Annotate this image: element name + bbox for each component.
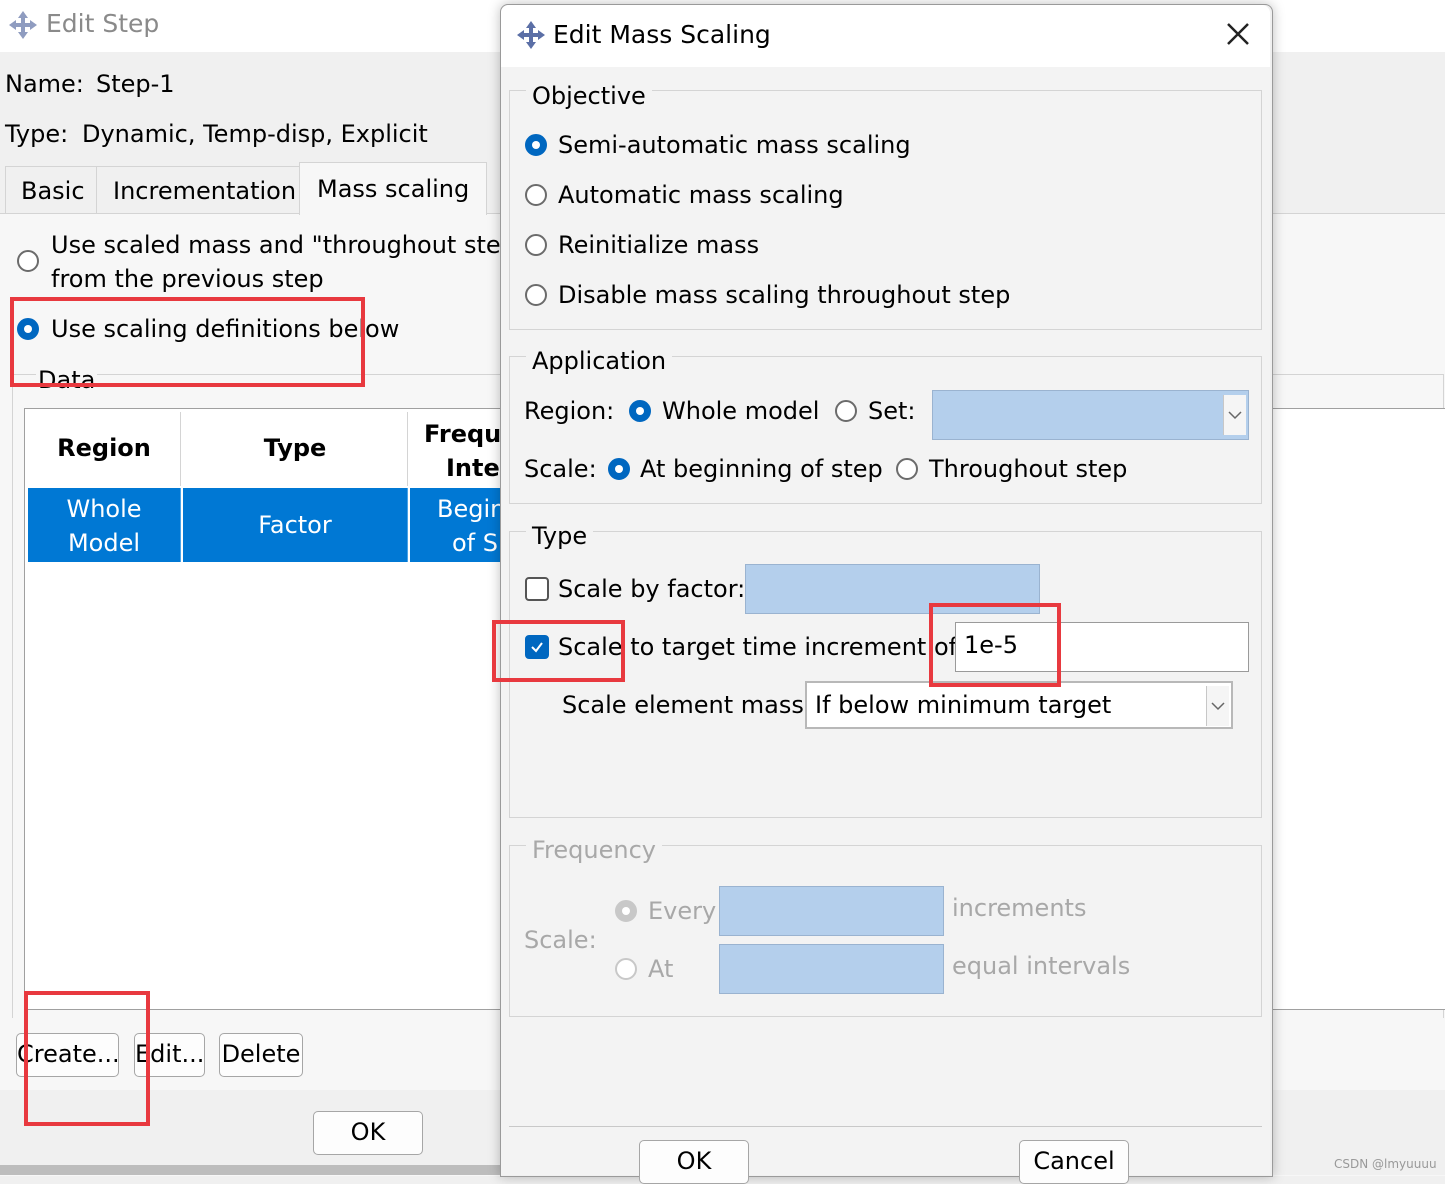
edit-step-ok-button[interactable]: OK bbox=[313, 1111, 423, 1155]
table-header-region[interactable]: Region bbox=[28, 412, 181, 486]
frequency-intervals-label: equal intervals bbox=[952, 952, 1131, 980]
semi-automatic-label: Semi-automatic mass scaling bbox=[558, 131, 911, 159]
scale-throughout-radio[interactable] bbox=[896, 458, 918, 480]
objective-legend: Objective bbox=[526, 82, 652, 110]
abaqus-app-icon bbox=[517, 21, 545, 49]
tab-incrementation[interactable]: Incrementation bbox=[96, 166, 300, 213]
use-previous-radio[interactable] bbox=[17, 250, 39, 272]
table-cell-type[interactable]: Factor bbox=[183, 488, 408, 562]
tab-basic[interactable]: Basic bbox=[5, 166, 97, 213]
type-legend: Type bbox=[526, 522, 594, 550]
mass-scaling-title: Edit Mass Scaling bbox=[553, 20, 771, 49]
annotation-box-target-value bbox=[929, 603, 1061, 687]
type-label: Type: bbox=[5, 120, 69, 148]
table-header-type[interactable]: Type bbox=[183, 412, 408, 486]
region-set-label: Set: bbox=[868, 397, 916, 425]
region-whole-model-radio[interactable] bbox=[629, 400, 651, 422]
use-previous-label-line1: Use scaled mass and "throughout step bbox=[51, 231, 516, 259]
edit-step-title: Edit Step bbox=[46, 9, 160, 38]
annotation-box-create bbox=[24, 991, 150, 1126]
frequency-increments-label: increments bbox=[952, 894, 1087, 922]
region-set-dropdown[interactable] bbox=[932, 390, 1249, 440]
scale-by-factor-checkbox[interactable] bbox=[525, 577, 549, 601]
mass-scaling-cancel-button[interactable]: Cancel bbox=[1019, 1140, 1129, 1184]
frequency-legend: Frequency bbox=[526, 836, 662, 864]
frequency-every-radio[interactable] bbox=[615, 900, 637, 922]
edit-step-bottom-edge bbox=[0, 1165, 500, 1175]
frequency-scale-label: Scale: bbox=[524, 926, 597, 954]
tab-mass-scaling[interactable]: Mass scaling bbox=[299, 162, 487, 215]
tab-incrementation-label: Incrementation bbox=[113, 177, 297, 205]
chevron-down-icon bbox=[1206, 686, 1229, 726]
scale-element-mass-label: Scale element mass: bbox=[562, 691, 812, 719]
disable-radio[interactable] bbox=[525, 284, 547, 306]
table-cell-frequency[interactable]: Begin of S bbox=[410, 488, 511, 562]
tab-mass-scaling-label: Mass scaling bbox=[317, 175, 470, 203]
name-value: Step-1 bbox=[96, 70, 175, 98]
footer-divider bbox=[509, 1126, 1262, 1127]
reinitialize-label: Reinitialize mass bbox=[558, 231, 760, 259]
automatic-label: Automatic mass scaling bbox=[558, 181, 844, 209]
type-value: Dynamic, Temp-disp, Explicit bbox=[82, 120, 428, 148]
watermark: CSDN @lmyuuuu bbox=[1334, 1157, 1437, 1171]
semi-automatic-radio[interactable] bbox=[525, 134, 547, 156]
region-label: Region: bbox=[524, 397, 615, 425]
frequency-at-radio[interactable] bbox=[615, 958, 637, 980]
mass-scaling-ok-button[interactable]: OK bbox=[639, 1140, 749, 1184]
reinitialize-radio[interactable] bbox=[525, 234, 547, 256]
table-header-frequency[interactable]: Freque Inter bbox=[410, 412, 518, 486]
scale-beginning-label: At beginning of step bbox=[640, 455, 883, 483]
region-set-radio[interactable] bbox=[835, 400, 857, 422]
close-icon[interactable] bbox=[1222, 18, 1254, 50]
name-label: Name: bbox=[5, 70, 84, 98]
frequency-at-label: At bbox=[648, 955, 674, 983]
region-whole-model-label: Whole model bbox=[662, 397, 820, 425]
frequency-increments-input[interactable] bbox=[719, 886, 944, 936]
frequency-every-label: Every bbox=[648, 897, 717, 925]
chevron-down-icon bbox=[1223, 395, 1246, 435]
table-row[interactable]: Whole Model bbox=[28, 488, 181, 562]
annotation-box-target-checkbox bbox=[492, 620, 625, 682]
scale-element-mass-value: If below minimum target bbox=[815, 691, 1112, 719]
scale-by-factor-label: Scale by factor: bbox=[558, 575, 746, 603]
application-legend: Application bbox=[526, 347, 673, 375]
scale-throughout-label: Throughout step bbox=[929, 455, 1128, 483]
scale-element-mass-dropdown[interactable]: If below minimum target bbox=[805, 681, 1233, 729]
scale-beginning-radio[interactable] bbox=[608, 458, 630, 480]
annotation-box-use-definitions bbox=[10, 297, 365, 387]
frequency-intervals-input[interactable] bbox=[719, 944, 944, 994]
delete-button[interactable]: Delete bbox=[219, 1033, 303, 1077]
tab-basic-label: Basic bbox=[21, 177, 85, 205]
abaqus-app-icon bbox=[9, 11, 37, 39]
disable-label: Disable mass scaling throughout step bbox=[558, 281, 1011, 309]
scale-label: Scale: bbox=[524, 455, 597, 483]
use-previous-label-line2: from the previous step bbox=[51, 265, 324, 293]
automatic-radio[interactable] bbox=[525, 184, 547, 206]
